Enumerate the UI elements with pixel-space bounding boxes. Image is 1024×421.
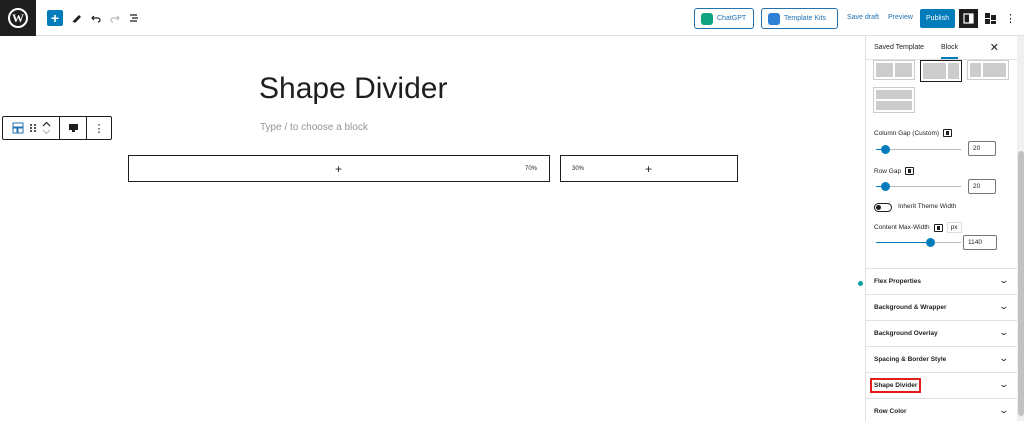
- panel-title: Shape Divider: [869, 378, 922, 393]
- panel-spacing-border-style[interactable]: Spacing & Border Style ⌄: [866, 346, 1017, 372]
- column-width-label: 70%: [525, 166, 538, 172]
- chatgpt-icon: [701, 12, 713, 25]
- desktop-device-icon[interactable]: [943, 129, 953, 137]
- panel-title: Background Overlay: [874, 330, 938, 337]
- inherit-theme-width-toggle[interactable]: [874, 203, 892, 212]
- slider-handle[interactable]: [881, 145, 890, 154]
- column-gap-label: Column Gap (Custom): [874, 129, 940, 137]
- editor-top-bar: W + ChatGPT Template Kits Save draft Pre…: [0, 0, 1024, 36]
- panel-title: Spacing & Border Style: [874, 356, 947, 363]
- block-toolbar-group: [3, 117, 60, 139]
- row-gap-label: Row Gap: [874, 167, 902, 175]
- panel-title: Flex Properties: [874, 278, 921, 285]
- panel-shape-divider[interactable]: Shape Divider ⌄: [866, 372, 1017, 398]
- chatgpt-label: ChatGPT: [717, 15, 747, 22]
- post-title[interactable]: Shape Divider: [259, 72, 447, 106]
- panel-title: Row Color: [874, 408, 907, 415]
- template-kits-label: Template Kits: [784, 15, 827, 22]
- column-gap-label-row: Column Gap (Custom): [874, 129, 953, 137]
- tools-button[interactable]: [71, 10, 83, 26]
- layout-option-70-30[interactable]: [920, 60, 962, 82]
- sidebar-scrollbar[interactable]: [1017, 36, 1024, 421]
- wordpress-icon: W: [8, 8, 28, 28]
- desktop-device-icon[interactable]: [905, 167, 915, 175]
- redo-icon: [110, 15, 120, 23]
- settings-sidebar: Saved Template Block ✕ Column Gap (Custo…: [865, 36, 1024, 421]
- add-block-button[interactable]: +: [47, 10, 63, 26]
- chevron-down-icon: ⌄: [998, 379, 1010, 389]
- slider-handle[interactable]: [926, 238, 935, 247]
- move-up-down-icon[interactable]: [42, 121, 51, 135]
- inherit-theme-width-label: Inherit Theme Width: [898, 203, 957, 210]
- content-max-width-input[interactable]: 1140: [963, 235, 997, 250]
- content-max-width-slider[interactable]: [876, 238, 961, 247]
- panel-background-wrapper[interactable]: Background & Wrapper ⌄: [866, 294, 1017, 320]
- sidebar-icon: [963, 13, 974, 24]
- save-draft-button[interactable]: Save draft: [847, 14, 879, 21]
- panel-title: Background & Wrapper: [874, 304, 947, 311]
- preview-button[interactable]: Preview: [888, 14, 913, 21]
- document-overview-button[interactable]: [128, 10, 140, 26]
- layout-option-stacked[interactable]: [873, 87, 915, 113]
- column-block-2[interactable]: + 30%: [560, 155, 738, 182]
- blocks-plugin-button[interactable]: [981, 9, 1000, 28]
- template-kits-button[interactable]: Template Kits: [761, 8, 838, 29]
- chevron-down-icon: ⌄: [998, 353, 1010, 363]
- block-toolbar: ⋮: [2, 116, 112, 140]
- wordpress-logo[interactable]: W: [0, 0, 36, 36]
- panel-background-overlay[interactable]: Background Overlay ⌄: [866, 320, 1017, 346]
- row-layout-icon[interactable]: [12, 122, 24, 134]
- row-gap-input[interactable]: 20: [968, 179, 996, 194]
- options-menu-button[interactable]: ⋮: [1001, 9, 1020, 28]
- template-kits-icon: [768, 12, 780, 25]
- status-dot: [858, 281, 863, 286]
- chevron-down-icon: ⌄: [998, 301, 1010, 311]
- panel-flex-properties[interactable]: Flex Properties ⌄: [866, 268, 1017, 294]
- chevron-down-icon: ⌄: [998, 275, 1010, 285]
- column-width-label: 30%: [572, 166, 585, 172]
- content-max-width-label-row: Content Max-Width px: [874, 222, 962, 233]
- blocks-icon: [985, 13, 996, 24]
- undo-button[interactable]: [90, 10, 102, 26]
- add-block-in-column-button[interactable]: +: [335, 162, 342, 176]
- settings-toggle-button[interactable]: [959, 9, 978, 28]
- publish-button[interactable]: Publish: [920, 9, 955, 28]
- undo-icon: [91, 15, 101, 23]
- block-options-button[interactable]: ⋮: [87, 117, 111, 139]
- redo-button[interactable]: [109, 10, 121, 26]
- content-max-width-label: Content Max-Width: [874, 224, 930, 231]
- chatgpt-button[interactable]: ChatGPT: [694, 8, 754, 29]
- layout-option-equal[interactable]: [873, 60, 915, 80]
- chevron-down-icon: ⌄: [998, 405, 1010, 415]
- row-gap-slider[interactable]: [876, 182, 961, 191]
- column-gap-slider[interactable]: [876, 145, 961, 154]
- unit-selector[interactable]: px: [946, 222, 962, 233]
- add-block-in-column-button[interactable]: +: [645, 162, 652, 176]
- close-sidebar-button[interactable]: ✕: [990, 41, 999, 54]
- column-gap-input[interactable]: 20: [968, 141, 996, 156]
- chevron-down-icon: ⌄: [998, 327, 1010, 337]
- panel-row-color[interactable]: Row Color ⌄: [866, 398, 1017, 421]
- device-visibility-button[interactable]: [60, 117, 87, 139]
- slider-handle[interactable]: [881, 182, 890, 191]
- scrollbar-thumb[interactable]: [1018, 151, 1024, 416]
- list-view-icon: [130, 14, 138, 22]
- layout-option-30-70[interactable]: [967, 60, 1009, 80]
- sidebar-tabs: Saved Template Block ✕: [866, 36, 1017, 60]
- tab-saved-template[interactable]: Saved Template: [874, 44, 924, 51]
- desktop-device-icon[interactable]: [933, 223, 943, 232]
- column-block-1[interactable]: + 70%: [128, 155, 550, 182]
- block-placeholder[interactable]: Type / to choose a block: [260, 122, 368, 133]
- tab-block[interactable]: Block: [941, 44, 959, 59]
- row-gap-label-row: Row Gap: [874, 167, 915, 175]
- desktop-icon: [68, 124, 78, 132]
- pencil-icon: [72, 15, 81, 23]
- drag-handle-icon[interactable]: [29, 123, 37, 133]
